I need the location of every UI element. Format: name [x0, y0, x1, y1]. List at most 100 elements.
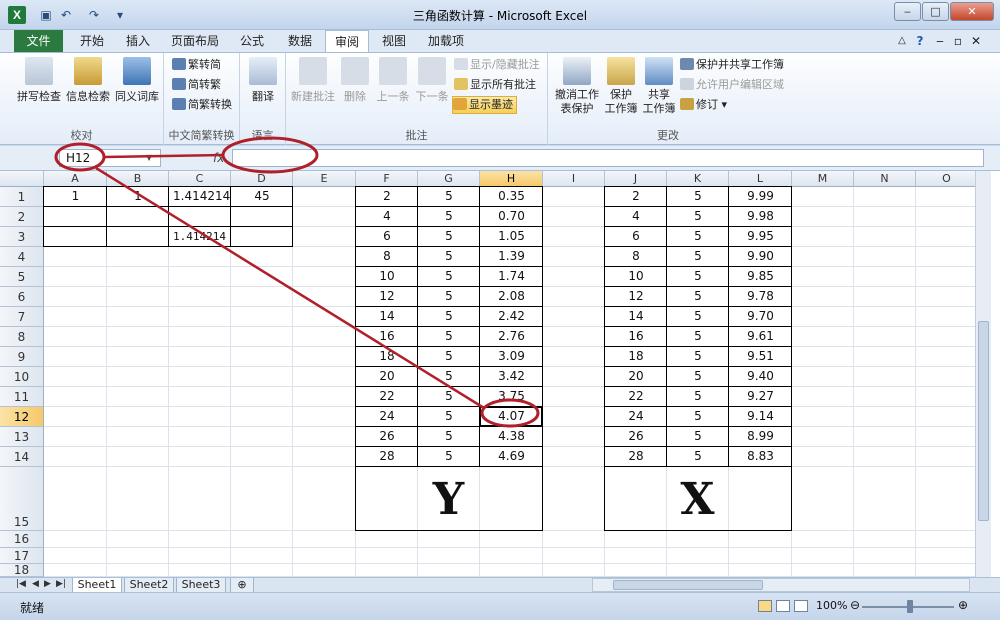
tab-formulas[interactable]: 公式 — [232, 30, 272, 52]
table-cell[interactable]: 9.61 — [729, 327, 792, 347]
row-header[interactable]: 16 — [0, 531, 44, 548]
delete-comment-button[interactable]: 删除 — [340, 57, 370, 104]
table-cell[interactable]: 9.51 — [729, 347, 792, 367]
table-cell[interactable]: 5 — [418, 287, 480, 307]
selected-cell[interactable] — [479, 406, 543, 427]
sheet-tab-sheet2[interactable]: Sheet2 — [124, 578, 174, 593]
table-cell[interactable]: 16 — [605, 327, 667, 347]
next-sheet-icon[interactable]: ▶ — [44, 579, 51, 589]
table-cell[interactable]: 3.09 — [480, 347, 543, 367]
table-cell[interactable]: 9.95 — [729, 227, 792, 247]
table-cell[interactable]: 2.08 — [480, 287, 543, 307]
show-hide-comment-button[interactable]: 显示/隐藏批注 — [454, 57, 540, 73]
research-button[interactable]: 信息检索 — [64, 57, 112, 104]
page-layout-view-icon[interactable] — [776, 600, 790, 612]
help-icon[interactable]: ? — [912, 30, 928, 52]
worksheet-grid[interactable]: A B C D E F G H I J K L M N O 1 2 3 4 5 6 7 8 9 10 11 12 13 14 15 16 17… — [0, 171, 1000, 577]
tab-addins[interactable]: 加载项 — [421, 30, 471, 52]
spell-check-button[interactable]: 拼写检查 — [16, 57, 62, 104]
table-cell[interactable]: 1.05 — [480, 227, 543, 247]
zoom-level[interactable]: 100% — [816, 599, 847, 612]
row-header[interactable]: 9 — [0, 347, 44, 367]
table-cell[interactable]: 5 — [418, 427, 480, 447]
table-cell[interactable]: 20 — [356, 367, 418, 387]
table-cell[interactable]: 9.14 — [729, 407, 792, 427]
table-cell[interactable]: 5 — [667, 267, 729, 287]
maximize-button[interactable]: □ — [922, 2, 949, 21]
table-cell[interactable]: 5 — [667, 327, 729, 347]
table-cell[interactable]: 10 — [605, 267, 667, 287]
table-cell[interactable]: 5 — [418, 207, 480, 227]
table-cell[interactable]: 2.76 — [480, 327, 543, 347]
table-cell[interactable]: 12 — [605, 287, 667, 307]
table-cell[interactable]: 24 — [356, 407, 418, 427]
table-cell[interactable]: 24 — [605, 407, 667, 427]
convert-button[interactable]: 简繁转换 — [172, 97, 232, 113]
table-cell[interactable]: 20 — [605, 367, 667, 387]
table-cell[interactable]: 5 — [418, 447, 480, 467]
table-cell[interactable]: 5 — [418, 407, 480, 427]
table-cell[interactable]: 5 — [667, 387, 729, 407]
table-cell[interactable]: 12 — [356, 287, 418, 307]
tab-page-layout[interactable]: 页面布局 — [166, 30, 224, 52]
row-header[interactable]: 1 — [0, 187, 44, 207]
table-cell[interactable]: 5 — [667, 407, 729, 427]
table-cell[interactable]: 10 — [356, 267, 418, 287]
page-break-view-icon[interactable] — [794, 600, 808, 612]
column-header[interactable]: O — [916, 171, 978, 187]
table-cell[interactable]: 26 — [356, 427, 418, 447]
ribbon-collapse-icon[interactable]: △ — [894, 30, 910, 52]
row-header[interactable]: 14 — [0, 447, 44, 467]
insert-sheet-icon[interactable]: ⊕ — [230, 578, 254, 593]
table-cell[interactable]: 5 — [667, 207, 729, 227]
tab-insert[interactable]: 插入 — [118, 30, 158, 52]
file-tab[interactable]: 文件 — [14, 30, 63, 52]
to-traditional-button[interactable]: 简转繁 — [172, 77, 221, 93]
to-simplified-button[interactable]: 繁转简 — [172, 57, 221, 73]
column-header[interactable]: E — [293, 171, 356, 187]
zoom-slider-thumb[interactable] — [907, 600, 913, 613]
table-cell[interactable]: 5 — [418, 327, 480, 347]
table-cell[interactable]: 4.38 — [480, 427, 543, 447]
table-cell[interactable]: 9.98 — [729, 207, 792, 227]
share-workbook-button[interactable]: 共享 工作簿 — [640, 57, 678, 116]
table-cell[interactable]: 5 — [667, 287, 729, 307]
prev-comment-button[interactable]: 上一条 — [374, 57, 412, 104]
sheet-tab-sheet3[interactable]: Sheet3 — [176, 578, 226, 593]
unprotect-sheet-button[interactable]: 撤消工作 表保护 — [552, 57, 602, 116]
table-cell[interactable]: 9.99 — [729, 187, 792, 207]
table-cell[interactable]: 5 — [667, 187, 729, 207]
table-cell[interactable]: 26 — [605, 427, 667, 447]
tab-review[interactable]: 审阅 — [325, 30, 369, 52]
table-cell[interactable]: 0.35 — [480, 187, 543, 207]
column-header[interactable]: K — [667, 171, 729, 187]
column-header[interactable]: N — [854, 171, 916, 187]
column-header[interactable]: B — [107, 171, 169, 187]
protect-share-button[interactable]: 保护并共享工作簿 — [680, 57, 784, 73]
table-cell[interactable]: 8 — [356, 247, 418, 267]
table-cell[interactable]: 5 — [418, 367, 480, 387]
table-cell[interactable]: 2 — [356, 187, 418, 207]
table-cell[interactable]: 8.83 — [729, 447, 792, 467]
table-cell[interactable]: 9.78 — [729, 287, 792, 307]
table-cell[interactable]: 18 — [356, 347, 418, 367]
column-header[interactable]: C — [169, 171, 231, 187]
row-header[interactable]: 17 — [0, 548, 44, 564]
row-header[interactable]: 10 — [0, 367, 44, 387]
table-cell[interactable]: 6 — [356, 227, 418, 247]
table-cell[interactable]: 28 — [356, 447, 418, 467]
table-cell[interactable]: 5 — [418, 267, 480, 287]
minimize-button[interactable]: ‒ — [894, 2, 921, 21]
name-box-dropdown-icon[interactable]: ▼ — [146, 153, 152, 162]
table-cell[interactable]: 5 — [667, 247, 729, 267]
row-header[interactable]: 3 — [0, 227, 44, 247]
thesaurus-button[interactable]: 同义词库 — [113, 57, 161, 104]
table-cell[interactable]: 9.27 — [729, 387, 792, 407]
table-cell[interactable]: 9.40 — [729, 367, 792, 387]
table-cell[interactable]: 2 — [605, 187, 667, 207]
row-header[interactable]: 18 — [0, 564, 44, 577]
table-cell[interactable]: 14 — [605, 307, 667, 327]
close-button[interactable]: ✕ — [950, 2, 994, 21]
table-cell[interactable]: 5 — [418, 227, 480, 247]
tab-home[interactable]: 开始 — [72, 30, 112, 52]
